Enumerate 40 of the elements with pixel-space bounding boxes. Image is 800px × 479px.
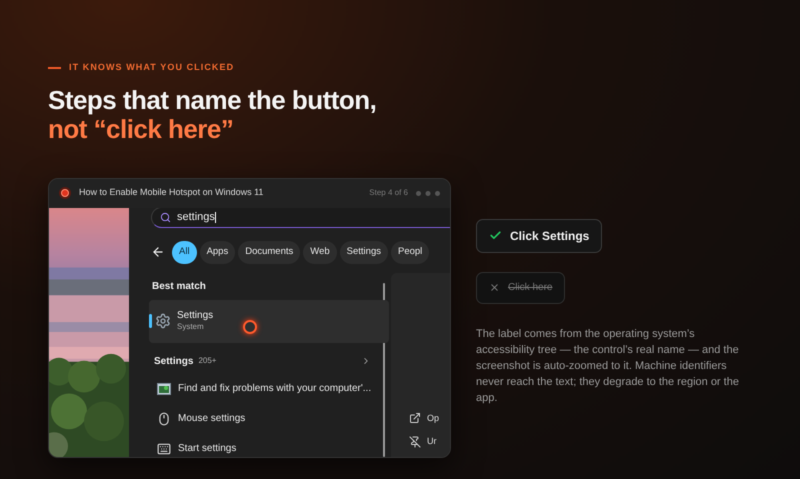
click-marker-icon	[243, 320, 257, 334]
check-icon	[489, 229, 502, 242]
search-icon	[160, 212, 171, 222]
window-title: How to Enable Mobile Hotspot on Windows 11	[79, 186, 264, 200]
headline: Steps that name the button,	[48, 86, 378, 114]
action-item[interactable]: Op	[409, 412, 450, 425]
filter-chip[interactable]: Apps	[200, 240, 236, 264]
eyebrow-label: IT KNOWS WHAT YOU CLICKED	[69, 61, 234, 74]
item-title: Settings	[177, 310, 214, 322]
best-match-item[interactable]: Settings System	[149, 300, 389, 342]
dots-icon	[416, 190, 440, 196]
unpin-icon	[409, 436, 421, 448]
step-counter: Step 4 of 6	[369, 187, 408, 199]
example-chip: Click Settings	[476, 218, 602, 252]
gear-icon	[155, 313, 171, 329]
scrollbar[interactable]	[383, 282, 385, 456]
troubleshoot-icon	[157, 382, 171, 394]
filter-chip[interactable]: Peopl	[390, 240, 430, 264]
action-item[interactable]: Ur	[409, 435, 450, 448]
description: The label comes from the operating system’s accessibility tree — the control’s real name — and the screenshot is auto-zoomed to it. Machine identifiers never reach the text; they degrade to the region or the app.	[476, 326, 740, 406]
filter-chip[interactable]: Settings	[340, 240, 388, 264]
example-chip: Click here	[476, 272, 566, 304]
item-subtitle: System	[177, 322, 205, 332]
search-field[interactable]: settings	[151, 208, 450, 228]
filter-chip[interactable]: All	[172, 240, 197, 264]
back-icon[interactable]	[151, 245, 165, 259]
mouse-icon	[157, 412, 171, 426]
filter-chip[interactable]: Documents	[238, 240, 300, 264]
record-icon	[59, 187, 71, 199]
filter-chip[interactable]: Web	[303, 240, 337, 264]
external-link-icon	[409, 412, 421, 424]
result-count: 205+	[198, 355, 218, 367]
headline-accent: not “click here”	[48, 114, 234, 144]
cross-icon	[489, 282, 500, 293]
result-item[interactable]: Find and fix problems with your computer'...	[157, 382, 377, 396]
keyboard-icon	[157, 442, 171, 456]
section-heading: Best match	[151, 280, 207, 294]
result-item[interactable]: Start settings	[157, 442, 377, 456]
result-item[interactable]: Mouse settings	[157, 412, 377, 426]
section-heading: Settings	[154, 354, 194, 368]
